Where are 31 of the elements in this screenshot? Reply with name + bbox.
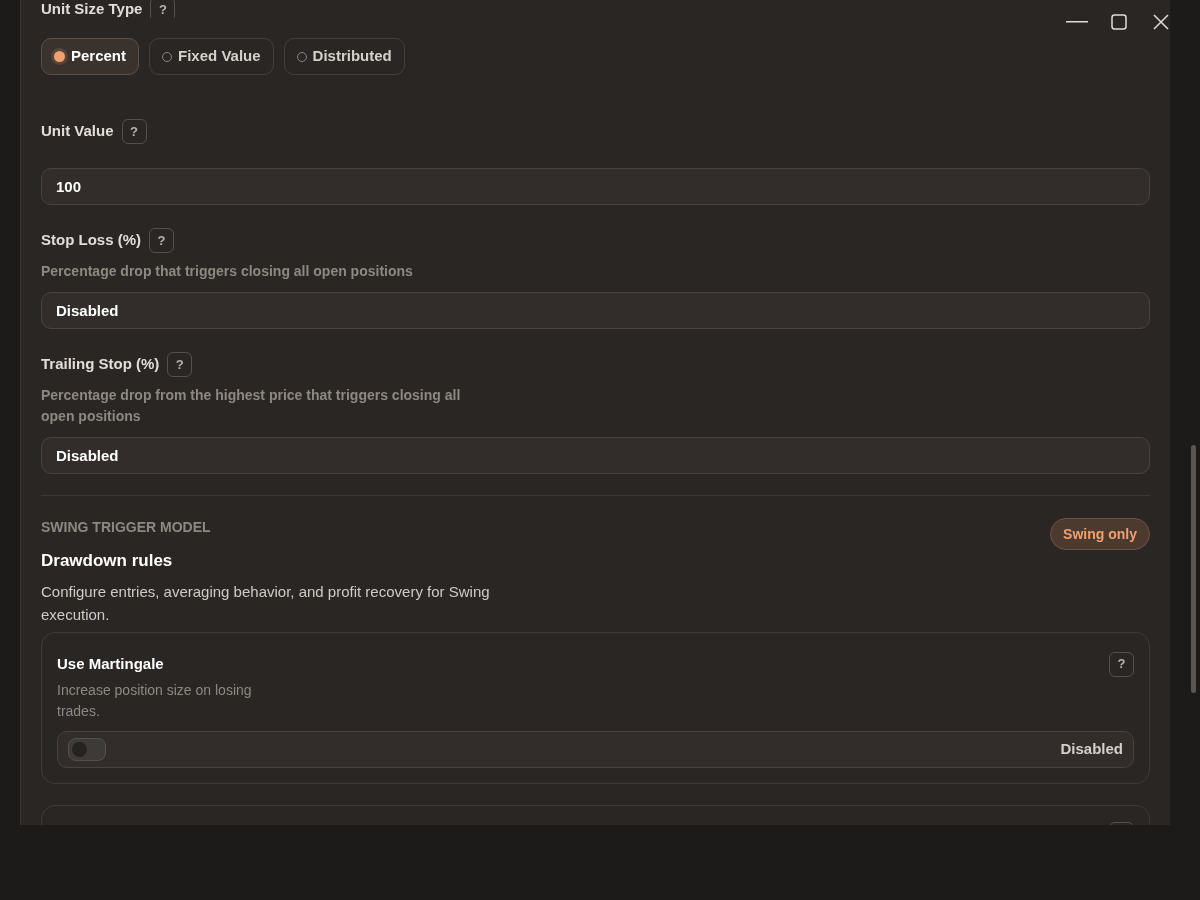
section-title: Drawdown rules [41, 550, 174, 572]
field-hint: Percentage drop from the highest price that triggers closing all open positions [41, 386, 462, 426]
help-button[interactable]: ? [1109, 651, 1134, 677]
close-icon [1153, 14, 1169, 30]
field-hint: Percentage drop that triggers closing all open positions [41, 262, 414, 281]
section-eyebrow: SWING TRIGGER MODEL [41, 518, 212, 537]
help-button[interactable]: ? [167, 352, 193, 377]
maximize-icon [1111, 14, 1127, 30]
toggle-knob [72, 741, 87, 757]
input-field[interactable]: Disabled [41, 292, 1150, 329]
swing-only-badge: Swing only [1050, 518, 1150, 550]
radio-option[interactable]: Fixed Value [149, 38, 274, 75]
minimize-icon [1066, 21, 1088, 23]
toggle-switch[interactable] [68, 737, 106, 761]
setting-title: Use Martingale [57, 653, 164, 674]
field-label: Stop Loss (%) [41, 230, 141, 251]
radio-option[interactable]: Distributed [283, 38, 405, 75]
help-button[interactable]: ? [149, 228, 174, 253]
toggle-state: Disabled [1060, 738, 1123, 759]
input-field[interactable]: Disabled [41, 437, 1150, 474]
radio-option[interactable]: Percent [41, 38, 140, 75]
help-button[interactable]: ? [121, 119, 147, 144]
section-description: Configure entries, averaging behavior, and profit recovery for Swing execution. [41, 581, 491, 625]
field-label: Unit Value [41, 121, 114, 142]
radio-selected-icon [54, 51, 65, 62]
field-label: Trailing Stop (%) [41, 354, 160, 375]
field-label: Unit Size Type [41, 0, 143, 18]
setting-description: Increase position size on losing trades. [57, 680, 253, 721]
help-button[interactable]: ? [150, 0, 176, 18]
scrollbar-thumb[interactable] [1191, 445, 1196, 693]
input-field[interactable]: 100 [41, 168, 1150, 205]
